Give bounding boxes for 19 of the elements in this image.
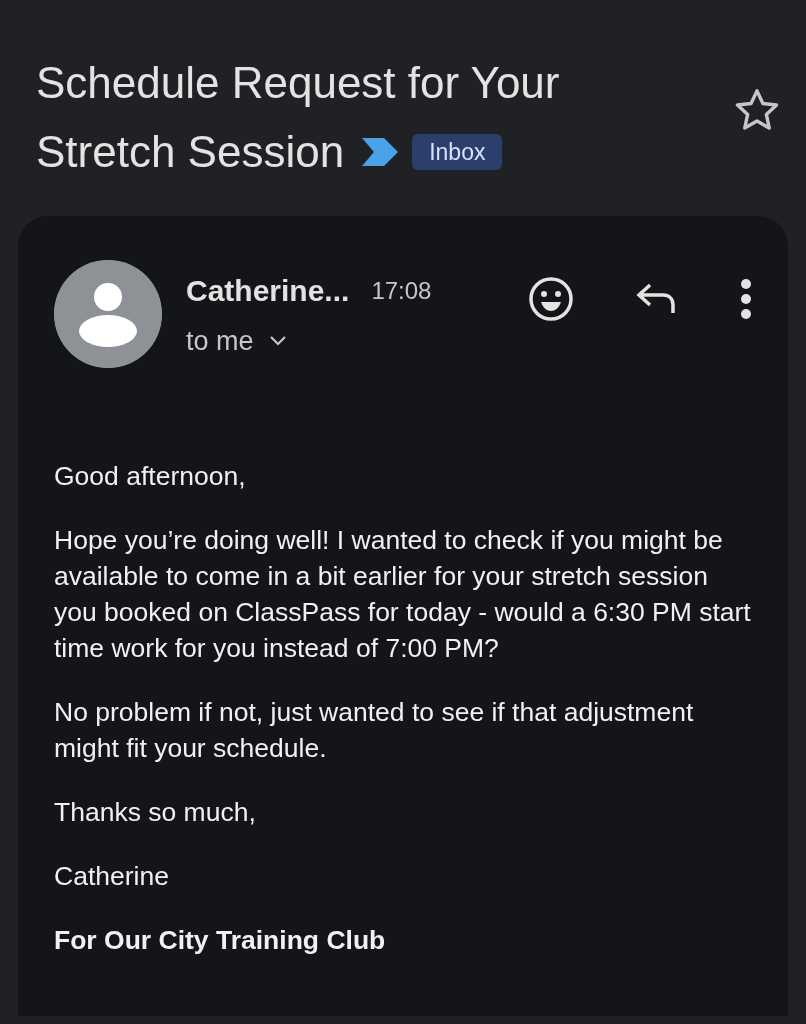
sender-name: Catherine... xyxy=(186,273,350,309)
emoji-reaction-icon[interactable] xyxy=(528,276,574,322)
avatar-icon xyxy=(54,260,162,368)
more-options-icon[interactable] xyxy=(740,279,752,319)
body-paragraph: Catherine xyxy=(54,860,170,893)
star-icon[interactable] xyxy=(734,88,780,132)
reply-icon[interactable] xyxy=(636,283,678,315)
importance-marker-icon[interactable] xyxy=(362,137,399,166)
subject-title: Stretch Session xyxy=(36,126,345,178)
inbox-label: Inbox xyxy=(412,133,503,170)
body-paragraph: No problem if not, just wanted to see if that adjustment might fit your schedule. xyxy=(54,696,695,765)
signature-text: For Our City Training Club xyxy=(54,924,387,957)
body-paragraph: Good afternoon, xyxy=(54,460,247,493)
body-paragraph: Hope you’re doing well! I wanted to check if you might be available to come in a bit earlier for your stretch session you booked on ClassPass for today - would a 6:30 PM start time work for you instead of 7:00 PM? xyxy=(54,524,752,665)
recipient-toggle[interactable]: to me xyxy=(186,321,286,362)
body-paragraph: Thanks so much, xyxy=(54,796,257,829)
message-time: 17:08 xyxy=(371,275,432,306)
chevron-down-icon xyxy=(269,336,286,347)
subject-title: Schedule Request for Your xyxy=(36,58,560,107)
